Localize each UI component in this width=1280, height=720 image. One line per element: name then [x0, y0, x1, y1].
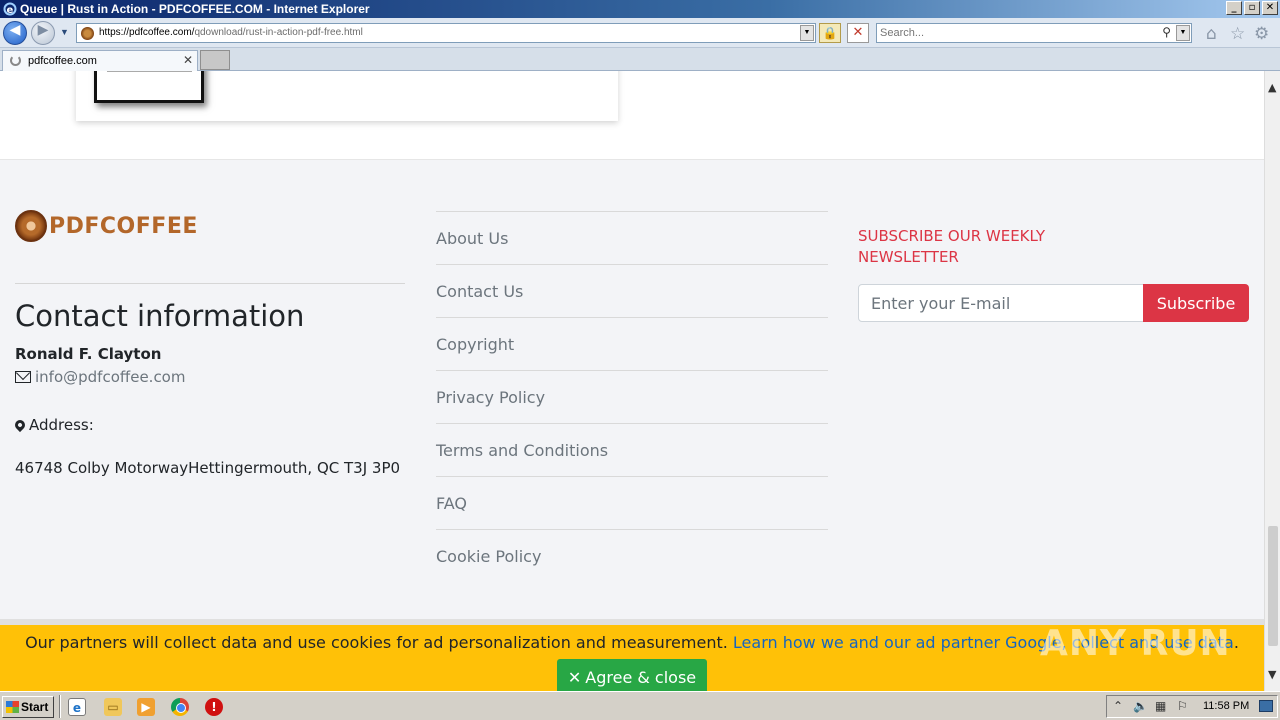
forward-arrow-icon[interactable]: ▶	[31, 21, 55, 45]
subscribe-button[interactable]: Subscribe	[1143, 284, 1249, 322]
address-url[interactable]: https://pdfcoffee.com/qdownload/rust-in-…	[99, 27, 363, 38]
document-preview-card[interactable]	[76, 71, 618, 121]
scrollbar-thumb[interactable]	[1268, 526, 1278, 646]
windows-taskbar: Start e ▭ ▶ ! ⌃ 🔈 ▦ ⚐ 11:58 PM	[0, 691, 1280, 720]
page-viewport: PDFCOFFEE Contact information Ronald F. …	[0, 71, 1264, 691]
gear-icon[interactable]: ⚙	[1254, 24, 1269, 44]
map-marker-icon	[12, 417, 28, 433]
footer-links: About Us Contact Us Copyright Privacy Po…	[436, 211, 828, 583]
volume-icon[interactable]: 🔈	[1133, 699, 1148, 713]
footer-link-contact-us[interactable]: Contact Us	[436, 265, 828, 318]
restore-button[interactable]: ▫	[1244, 1, 1260, 15]
cookie-learn-more-link[interactable]: Learn how we and our ad partner Google, …	[733, 633, 1234, 652]
folder-icon[interactable]: ▭	[104, 698, 122, 716]
window-titlebar: e Queue | Rust in Action - PDFCOFFEE.COM…	[0, 0, 1280, 18]
address-bar[interactable]: https://pdfcoffee.com/qdownload/rust-in-…	[76, 23, 816, 43]
media-player-icon[interactable]: ▶	[137, 698, 155, 716]
window-title: Queue | Rust in Action - PDFCOFFEE.COM -…	[20, 2, 370, 16]
star-icon[interactable]: ☆	[1230, 24, 1245, 44]
address-label: Address:	[12, 416, 94, 434]
envelope-icon	[15, 371, 31, 383]
chrome-icon[interactable]	[171, 698, 189, 716]
new-tab-button[interactable]	[200, 50, 230, 70]
contact-email-link[interactable]: info@pdfcoffee.com	[35, 368, 185, 386]
search-dropdown-icon[interactable]: ▼	[1176, 25, 1190, 41]
cookie-message: Our partners will collect data and use c…	[25, 633, 1239, 652]
flag-icon[interactable]: ⚐	[1177, 699, 1188, 713]
scroll-down-icon[interactable]: ▼	[1268, 668, 1276, 681]
cookie-consent-bar: Our partners will collect data and use c…	[0, 619, 1264, 691]
document-thumbnail[interactable]	[94, 71, 204, 103]
tray-expand-icon[interactable]: ⌃	[1113, 699, 1123, 713]
start-button[interactable]: Start	[2, 696, 54, 718]
footer-link-copyright[interactable]: Copyright	[436, 318, 828, 371]
coffee-logo-icon	[15, 210, 47, 242]
history-dropdown-icon[interactable]: ▼	[60, 27, 69, 37]
loading-spinner-icon	[10, 55, 21, 66]
lock-icon[interactable]: 🔒	[819, 23, 841, 43]
divider	[15, 283, 405, 284]
search-icon[interactable]: ⚲	[1162, 25, 1171, 39]
close-tab-icon[interactable]: ✕	[183, 53, 193, 67]
newsletter-email-input[interactable]	[858, 284, 1144, 322]
tab-pdfcoffee[interactable]: pdfcoffee.com ✕	[2, 50, 198, 71]
footer-link-cookie-policy[interactable]: Cookie Policy	[436, 530, 828, 583]
tab-bar: pdfcoffee.com ✕	[0, 48, 1280, 71]
address-dropdown-icon[interactable]: ▼	[800, 25, 814, 41]
contact-address: 46748 Colby MotorwayHettingermouth, QC T…	[15, 459, 401, 477]
footer-link-about-us[interactable]: About Us	[436, 212, 828, 265]
site-footer: PDFCOFFEE Contact information Ronald F. …	[0, 159, 1264, 619]
tab-label: pdfcoffee.com	[28, 55, 97, 67]
minimize-button[interactable]: _	[1226, 1, 1242, 15]
contact-title: Contact information	[15, 299, 305, 333]
site-favicon-icon	[81, 27, 94, 40]
footer-link-privacy-policy[interactable]: Privacy Policy	[436, 371, 828, 424]
windows-flag-icon	[6, 701, 19, 713]
system-tray: ⌃ 🔈 ▦ ⚐ 11:58 PM	[1106, 695, 1278, 718]
svg-text:e: e	[7, 5, 14, 16]
footer-link-terms[interactable]: Terms and Conditions	[436, 424, 828, 477]
ie-taskbar-icon[interactable]: e	[68, 698, 86, 716]
page-scrollbar[interactable]: ▲ ▼	[1264, 71, 1280, 691]
show-desktop-icon[interactable]	[1259, 700, 1273, 712]
ie-search-box[interactable]: ⚲ ▼	[876, 23, 1192, 43]
agree-close-button[interactable]: ✕ Agree & close	[557, 659, 707, 691]
close-x-icon: ✕	[567, 668, 582, 687]
ie-logo-icon: e	[3, 2, 17, 16]
contact-email[interactable]: info@pdfcoffee.com	[15, 368, 185, 386]
pdfcoffee-logo[interactable]: PDFCOFFEE	[15, 210, 198, 242]
contact-name: Ronald F. Clayton	[15, 345, 162, 363]
close-window-button[interactable]: ✕	[1262, 1, 1278, 15]
scroll-up-icon[interactable]: ▲	[1268, 81, 1276, 94]
clock[interactable]: 11:58 PM	[1203, 700, 1249, 712]
security-warning-icon[interactable]: !	[205, 698, 223, 716]
brand-name: PDFCOFFEE	[49, 213, 198, 239]
network-icon[interactable]: ▦	[1155, 699, 1166, 713]
back-arrow-icon[interactable]: ◀	[3, 21, 27, 45]
ie-navigation-bar: ◀ ▶ ▼ https://pdfcoffee.com/qdownload/ru…	[0, 18, 1280, 48]
footer-link-faq[interactable]: FAQ	[436, 477, 828, 530]
ie-search-input[interactable]	[880, 26, 1150, 40]
home-icon[interactable]: ⌂	[1206, 24, 1217, 44]
newsletter-title: SUBSCRIBE OUR WEEKLY NEWSLETTER	[858, 227, 1046, 266]
stop-icon[interactable]: ✕	[847, 23, 869, 43]
